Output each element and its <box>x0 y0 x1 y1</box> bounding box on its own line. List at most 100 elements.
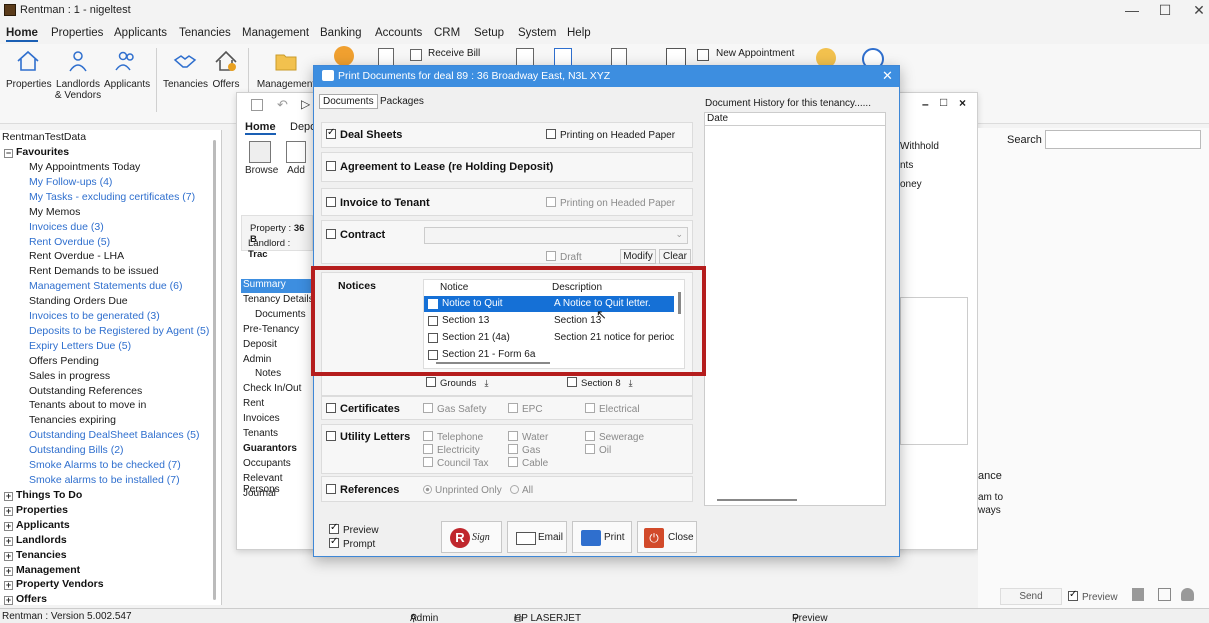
tree-group[interactable]: + Management <box>4 563 80 578</box>
menu-setup[interactable]: Setup <box>474 27 504 39</box>
telephone-checkbox[interactable]: Telephone <box>423 431 483 443</box>
tree-item[interactable]: Standing Orders Due <box>29 294 128 309</box>
tree-item[interactable]: Invoices to be generated (3) <box>29 309 160 324</box>
backwin-tab-home[interactable]: Home <box>245 121 276 135</box>
tree-group[interactable]: + Offers <box>4 592 47 605</box>
maximize-button[interactable]: ☐ <box>1148 0 1182 22</box>
tenancy-nav-item[interactable]: Pre-Tenancy <box>243 324 299 338</box>
grounds-checkbox[interactable]: Grounds ⤓ <box>426 377 488 389</box>
tree-item[interactable]: Offers Pending <box>29 354 99 369</box>
ribbon-applicants-button[interactable]: Applicants <box>104 48 150 90</box>
tree-item[interactable]: Outstanding References <box>29 384 142 399</box>
deal-sheets-checkbox[interactable]: Deal Sheets <box>326 127 402 141</box>
expand-icon[interactable]: + <box>4 521 13 531</box>
references-checkbox[interactable]: References <box>326 484 399 496</box>
menu-home[interactable]: Home <box>6 27 38 42</box>
tenancy-nav-item[interactable]: Notes <box>255 368 281 382</box>
tree-favourites[interactable]: − Favourites <box>4 145 69 160</box>
tenancy-nav-item[interactable]: Rent <box>243 398 264 412</box>
tree-item[interactable]: Smoke alarms to be installed (7) <box>29 473 180 488</box>
certificates-checkbox[interactable]: Certificates <box>326 403 400 415</box>
menu-help[interactable]: Help <box>567 27 591 39</box>
menu-management[interactable]: Management <box>242 27 309 39</box>
water-checkbox[interactable]: Water <box>508 431 548 443</box>
tree-item[interactable]: Outstanding DealSheet Balances (5) <box>29 428 199 443</box>
tab-packages[interactable]: Packages <box>380 96 424 107</box>
draft-checkbox[interactable]: Draft <box>546 251 582 263</box>
tenancy-nav-item[interactable]: Relevant Persons <box>243 473 315 495</box>
print-button[interactable]: Print <box>572 521 632 553</box>
menu-tenancies[interactable]: Tenancies <box>179 27 231 39</box>
tree-scrollbar[interactable] <box>213 140 216 600</box>
clear-button[interactable]: Clear <box>659 249 691 264</box>
gas-safety-checkbox[interactable]: Gas Safety <box>423 403 486 415</box>
tree-item[interactable]: Rent Overdue - LHA <box>29 249 124 264</box>
electrical-checkbox[interactable]: Electrical <box>585 403 640 415</box>
ribbon-tenancies-button[interactable]: Tenancies <box>163 48 208 90</box>
backwin-maximize[interactable]: □ <box>940 95 947 109</box>
menu-system[interactable]: System <box>518 27 556 39</box>
tenancy-nav-item[interactable]: Tenants <box>243 428 278 442</box>
send-button[interactable]: Send <box>1000 588 1062 605</box>
tree-item[interactable]: My Tasks - excluding certificates (7) <box>29 190 195 205</box>
expand-icon[interactable]: + <box>4 551 13 561</box>
electricity-checkbox[interactable]: Electricity <box>423 444 480 456</box>
close-window-button[interactable]: ✕ <box>1182 0 1209 22</box>
receive-bill-button[interactable]: Receive Bill <box>428 48 480 59</box>
oil-checkbox[interactable]: Oil <box>585 444 611 456</box>
tenancy-nav-item[interactable]: Tenancy Details <box>243 294 314 308</box>
contract-select[interactable]: ⌄ <box>424 227 688 244</box>
tree-item[interactable]: Smoke Alarms to be checked (7) <box>29 458 181 473</box>
ribbon-management-button[interactable]: Management <box>256 48 316 90</box>
menu-crm[interactable]: CRM <box>434 27 460 39</box>
tree-item[interactable]: Sales in progress <box>29 369 110 384</box>
invoice-checkbox[interactable]: Invoice to Tenant <box>326 197 430 209</box>
tool-icon[interactable] <box>1132 588 1144 601</box>
expand-icon[interactable]: + <box>4 492 13 501</box>
rsign-button[interactable]: R Sign <box>441 521 502 553</box>
ribbon-landlords-button[interactable]: Landlords & Vendors <box>54 48 102 101</box>
tenancy-nav-item[interactable]: Guarantors <box>243 443 297 457</box>
tree-group[interactable]: + Landlords <box>4 533 67 548</box>
tree-group[interactable]: + Property Vendors <box>4 577 104 592</box>
gas-checkbox[interactable]: Gas <box>508 444 540 456</box>
expand-icon[interactable]: + <box>4 536 13 546</box>
prompt-checkbox[interactable]: Prompt <box>329 536 375 550</box>
add-button[interactable]: Add <box>283 141 309 176</box>
expand-icon[interactable]: + <box>4 596 13 605</box>
play-icon[interactable]: ▷ <box>301 97 310 111</box>
undo-icon[interactable]: ↶ <box>277 97 288 113</box>
council-tax-checkbox[interactable]: Council Tax <box>423 457 489 469</box>
tenancy-nav-item[interactable]: Documents <box>255 309 306 323</box>
modify-button[interactable]: Modify <box>620 249 656 264</box>
ribbon-offers-button[interactable]: Offers <box>208 48 244 90</box>
tenancy-nav-item[interactable]: Journal <box>243 488 276 502</box>
tree-group[interactable]: + Applicants <box>4 518 70 533</box>
email-button[interactable]: Email <box>507 521 567 553</box>
search-input[interactable] <box>1045 130 1201 149</box>
backwin-close[interactable]: × <box>959 96 966 110</box>
preview-checkbox[interactable]: Preview <box>329 522 379 536</box>
tree-group[interactable]: + Tenancies <box>4 548 67 563</box>
tree-item[interactable]: Management Statements due (6) <box>29 279 183 294</box>
new-appointment-button[interactable]: New Appointment <box>716 48 794 59</box>
tenancy-nav-item[interactable]: Occupants <box>243 458 291 472</box>
tree-item[interactable]: Invoices due (3) <box>29 220 104 235</box>
contract-checkbox[interactable]: Contract <box>326 229 385 241</box>
section8-checkbox[interactable]: Section 8 ⤓ <box>567 377 633 389</box>
agreement-checkbox[interactable]: Agreement to Lease (re Holding Deposit) <box>326 161 553 173</box>
tab-documents[interactable]: Documents <box>319 94 378 109</box>
utility-letters-checkbox[interactable]: Utility Letters <box>326 431 410 443</box>
grid-small-icon[interactable] <box>1158 588 1171 601</box>
tree-item[interactable]: Deposits to be Registered by Agent (5) <box>29 324 209 339</box>
browse-button[interactable]: Browse <box>245 141 278 176</box>
tenancy-nav-item[interactable]: Admin <box>243 354 271 368</box>
expand-icon[interactable]: + <box>4 506 13 516</box>
tree-group[interactable]: + Things To Do <box>4 488 82 503</box>
menu-applicants[interactable]: Applicants <box>114 27 167 39</box>
menu-properties[interactable]: Properties <box>51 27 103 39</box>
dialog-close-icon[interactable]: ✕ <box>882 68 893 84</box>
tree-item[interactable]: Outstanding Bills (2) <box>29 443 124 458</box>
headed-paper-checkbox-2[interactable]: Printing on Headed Paper <box>546 197 675 209</box>
save-icon[interactable] <box>251 99 263 111</box>
